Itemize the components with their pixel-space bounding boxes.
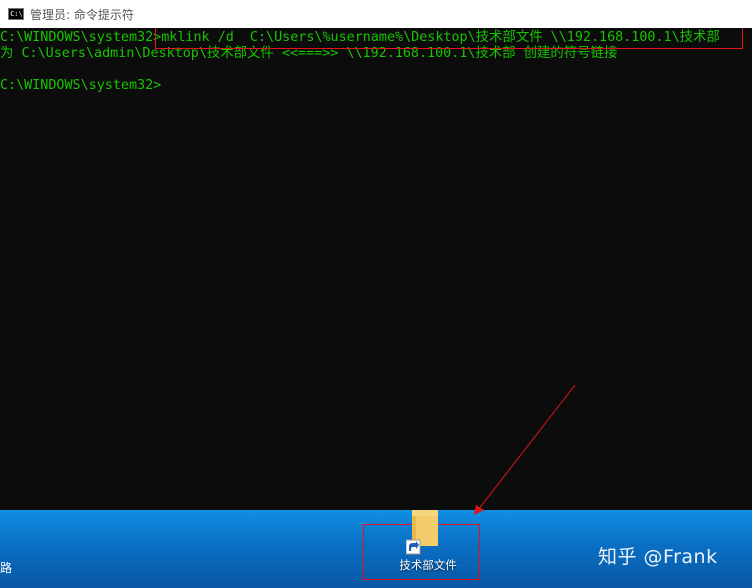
- desktop-area: 路 技术部文件 知乎 @Frank: [0, 510, 752, 588]
- command-highlight-box: [155, 28, 743, 49]
- edge-label: 路: [0, 561, 13, 575]
- window-titlebar: C:\ 管理员: 命令提示符: [0, 0, 752, 28]
- folder-shortcut-label: 技术部文件: [399, 558, 457, 572]
- cmd-icon: C:\: [8, 8, 24, 20]
- window-title: 管理员: 命令提示符: [30, 7, 134, 22]
- console-prompt: C:\WINDOWS\system32>: [0, 78, 162, 93]
- console-output[interactable]: C:\WINDOWS\system32>mklink /d C:\Users\%…: [0, 28, 752, 510]
- watermark: 知乎 @Frank: [598, 546, 718, 568]
- folder-shortcut-icon: [406, 510, 438, 555]
